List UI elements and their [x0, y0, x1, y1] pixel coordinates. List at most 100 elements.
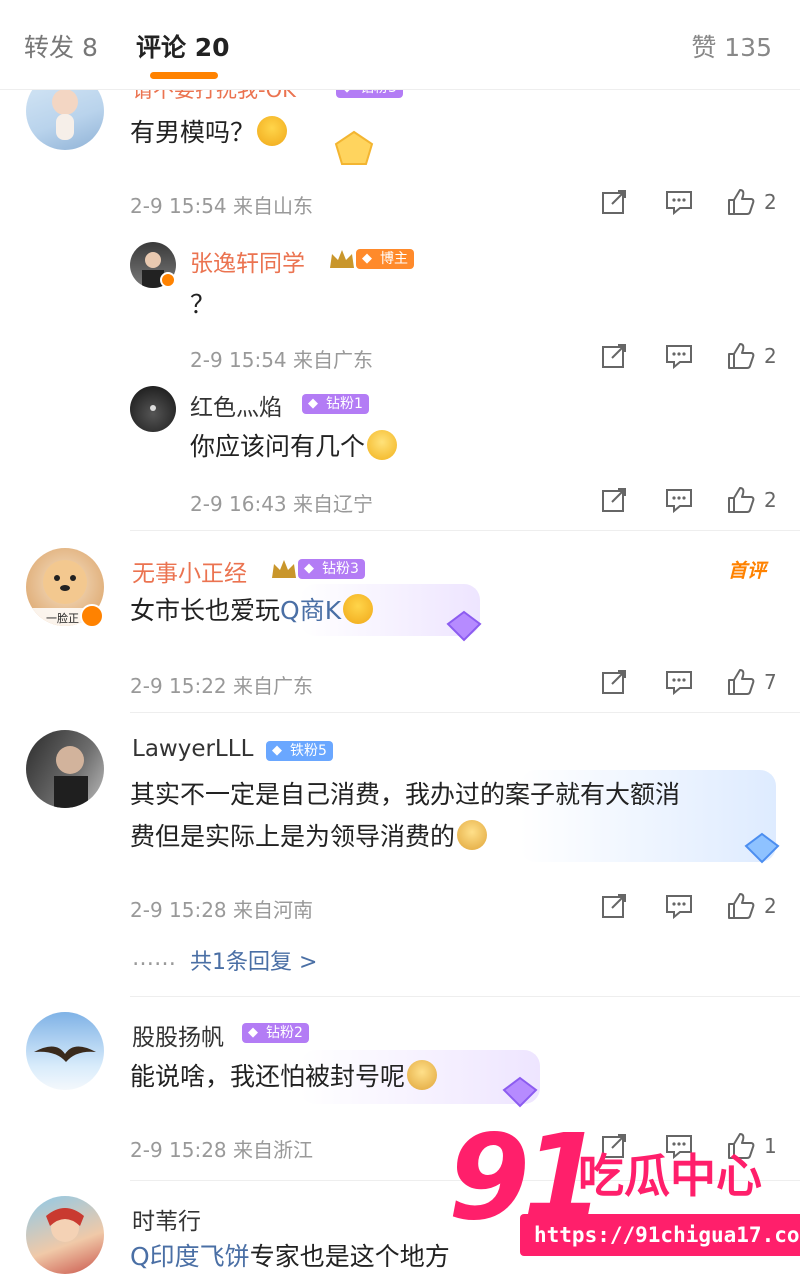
- like-count: 2: [764, 488, 777, 512]
- fan-badge: 钻粉2: [242, 1023, 309, 1043]
- comment-actions: 2: [578, 186, 778, 218]
- like-button[interactable]: 7: [726, 666, 777, 698]
- divider: [130, 530, 800, 531]
- reply-text: 你应该问有几个: [190, 426, 398, 468]
- crying-emoji-icon: [343, 594, 374, 624]
- comment-text: Q印度飞饼专家也是这个地方: [130, 1236, 450, 1276]
- watermark-url: https://91chigua17.com: [520, 1214, 800, 1256]
- shield-sticker-icon: [330, 128, 378, 168]
- like-count: 2: [764, 190, 777, 214]
- doge-emoji-icon: [407, 1060, 438, 1090]
- diamond-sticker-icon: [442, 608, 486, 644]
- verified-badge-icon: [160, 272, 176, 288]
- thumbs-up-icon: [728, 669, 755, 695]
- comment-text-content: 专家也是这个地方: [249, 1242, 450, 1271]
- comment-icon: [666, 345, 692, 370]
- share-button[interactable]: [600, 484, 628, 516]
- view-replies-link[interactable]: 共1条回复 >: [190, 944, 317, 976]
- share-icon: [602, 488, 626, 512]
- comment-icon: [666, 191, 692, 216]
- blogger-badge: 博主: [356, 249, 414, 269]
- tab-active-underline: [150, 72, 218, 79]
- like-count: 2: [764, 344, 777, 368]
- diamond-sticker-icon: [740, 830, 784, 866]
- comment-meta: 2-9 15:22 来自广东: [130, 674, 314, 698]
- tab-like[interactable]: 赞 135: [691, 28, 772, 64]
- avatar[interactable]: [26, 730, 104, 808]
- username[interactable]: 时苇行: [132, 1202, 201, 1236]
- reply-text: ？: [190, 290, 216, 319]
- reply-button[interactable]: [664, 340, 694, 372]
- username[interactable]: 无事小正经: [132, 554, 247, 588]
- like-button[interactable]: 2: [726, 340, 777, 372]
- comment-text-content: 能说啥，我还怕被封号呢: [130, 1062, 406, 1091]
- reply-meta: 2-9 15:54 来自广东: [190, 348, 374, 372]
- reply-actions: 2: [578, 484, 778, 516]
- fan-badge: 钻粉1: [302, 394, 369, 414]
- reply-meta: 2-9 16:43 来自辽宁: [190, 492, 374, 516]
- username[interactable]: 张逸轩同学: [190, 244, 305, 278]
- share-icon: [602, 190, 626, 214]
- share-icon: [602, 344, 626, 368]
- avatar[interactable]: [130, 386, 176, 432]
- reply-actions: 2: [578, 340, 778, 372]
- comment-text-content: 女市长也爱玩: [130, 596, 281, 625]
- comment-meta: 2-9 15:54 来自山东: [130, 194, 314, 218]
- tab-repost[interactable]: 转发 8: [24, 28, 98, 64]
- comment-item: LawyerLLL 铁粉5 其实不一定是自己消费，我办过的案子就有大额消 费但是…: [0, 730, 800, 990]
- comment-icon: [666, 489, 692, 514]
- reply-dots: ……: [132, 946, 176, 971]
- comment-text: 有男模吗？: [130, 112, 288, 154]
- tab-comment[interactable]: 评论 20: [136, 28, 230, 64]
- fan-badge: 铁粉5: [266, 741, 333, 761]
- username[interactable]: 红色灬焰: [190, 388, 282, 422]
- reply-button[interactable]: [664, 890, 694, 922]
- comment-tab-bar: 转发 8 评论 20 赞 135: [0, 0, 800, 90]
- comment-text: 能说啥，我还怕被封号呢: [130, 1056, 438, 1098]
- username[interactable]: 股股扬帆: [132, 1018, 224, 1052]
- doge-emoji-icon: [457, 820, 488, 850]
- reply-item: 红色灬焰 钻粉1 你应该问有几个 2-9 16:43 来自辽宁 2: [0, 384, 800, 528]
- reply-button[interactable]: [664, 484, 694, 516]
- comment-icon: [666, 671, 692, 696]
- divider: [130, 996, 800, 997]
- avatar[interactable]: [26, 1196, 104, 1274]
- share-icon: [602, 670, 626, 694]
- thumbs-up-icon: [728, 487, 755, 513]
- thumbs-up-icon: [728, 189, 755, 215]
- search-topic-link[interactable]: Q商K: [280, 596, 341, 625]
- comment-icon: [666, 895, 692, 920]
- fan-badge: 钻粉3: [298, 559, 365, 579]
- share-button[interactable]: [600, 890, 628, 922]
- avatar-caption: 一脸正: [46, 611, 79, 625]
- comment-item: 请不要打扰我-OK 钻粉3 有男模吗？ 2-9 15:54 来自山东 2: [0, 70, 800, 240]
- like-count: 2: [764, 894, 777, 918]
- divider: [130, 712, 800, 713]
- first-comment-tag: 首评: [727, 560, 766, 582]
- crown-icon: [330, 250, 354, 268]
- share-button[interactable]: [600, 340, 628, 372]
- comment-text-content: 有男模吗？: [130, 118, 256, 147]
- comment-item: 一脸正 无事小正经 钻粉3 首评 女市长也爱玩Q商K 2-9 15:22 来自广…: [0, 548, 800, 708]
- comment-text-content: 费但是实际上是为领导消费的: [130, 822, 456, 851]
- search-topic-link[interactable]: Q印度飞饼: [130, 1242, 250, 1271]
- like-button[interactable]: 2: [726, 186, 777, 218]
- share-button[interactable]: [600, 186, 628, 218]
- comment-text-line-1: 其实不一定是自己消费，我办过的案子就有大额消: [130, 780, 681, 809]
- reply-button[interactable]: [664, 186, 694, 218]
- comment-text-line-2: 费但是实际上是为领导消费的: [130, 816, 488, 858]
- avatar[interactable]: [26, 1012, 104, 1090]
- thumbs-up-icon: [728, 343, 755, 369]
- laugh-cry-emoji-icon: [257, 116, 288, 146]
- reply-button[interactable]: [664, 666, 694, 698]
- username[interactable]: LawyerLLL: [132, 736, 253, 762]
- comment-meta: 2-9 15:28 来自河南: [130, 898, 314, 922]
- comment-actions: 2: [578, 890, 778, 922]
- reply-text-content: 你应该问有几个: [190, 432, 366, 461]
- thinking-emoji-icon: [367, 430, 398, 460]
- like-count: 7: [764, 670, 777, 694]
- share-button[interactable]: [600, 666, 628, 698]
- like-button[interactable]: 2: [726, 484, 777, 516]
- like-button[interactable]: 2: [726, 890, 777, 922]
- comment-actions: 7: [578, 666, 778, 698]
